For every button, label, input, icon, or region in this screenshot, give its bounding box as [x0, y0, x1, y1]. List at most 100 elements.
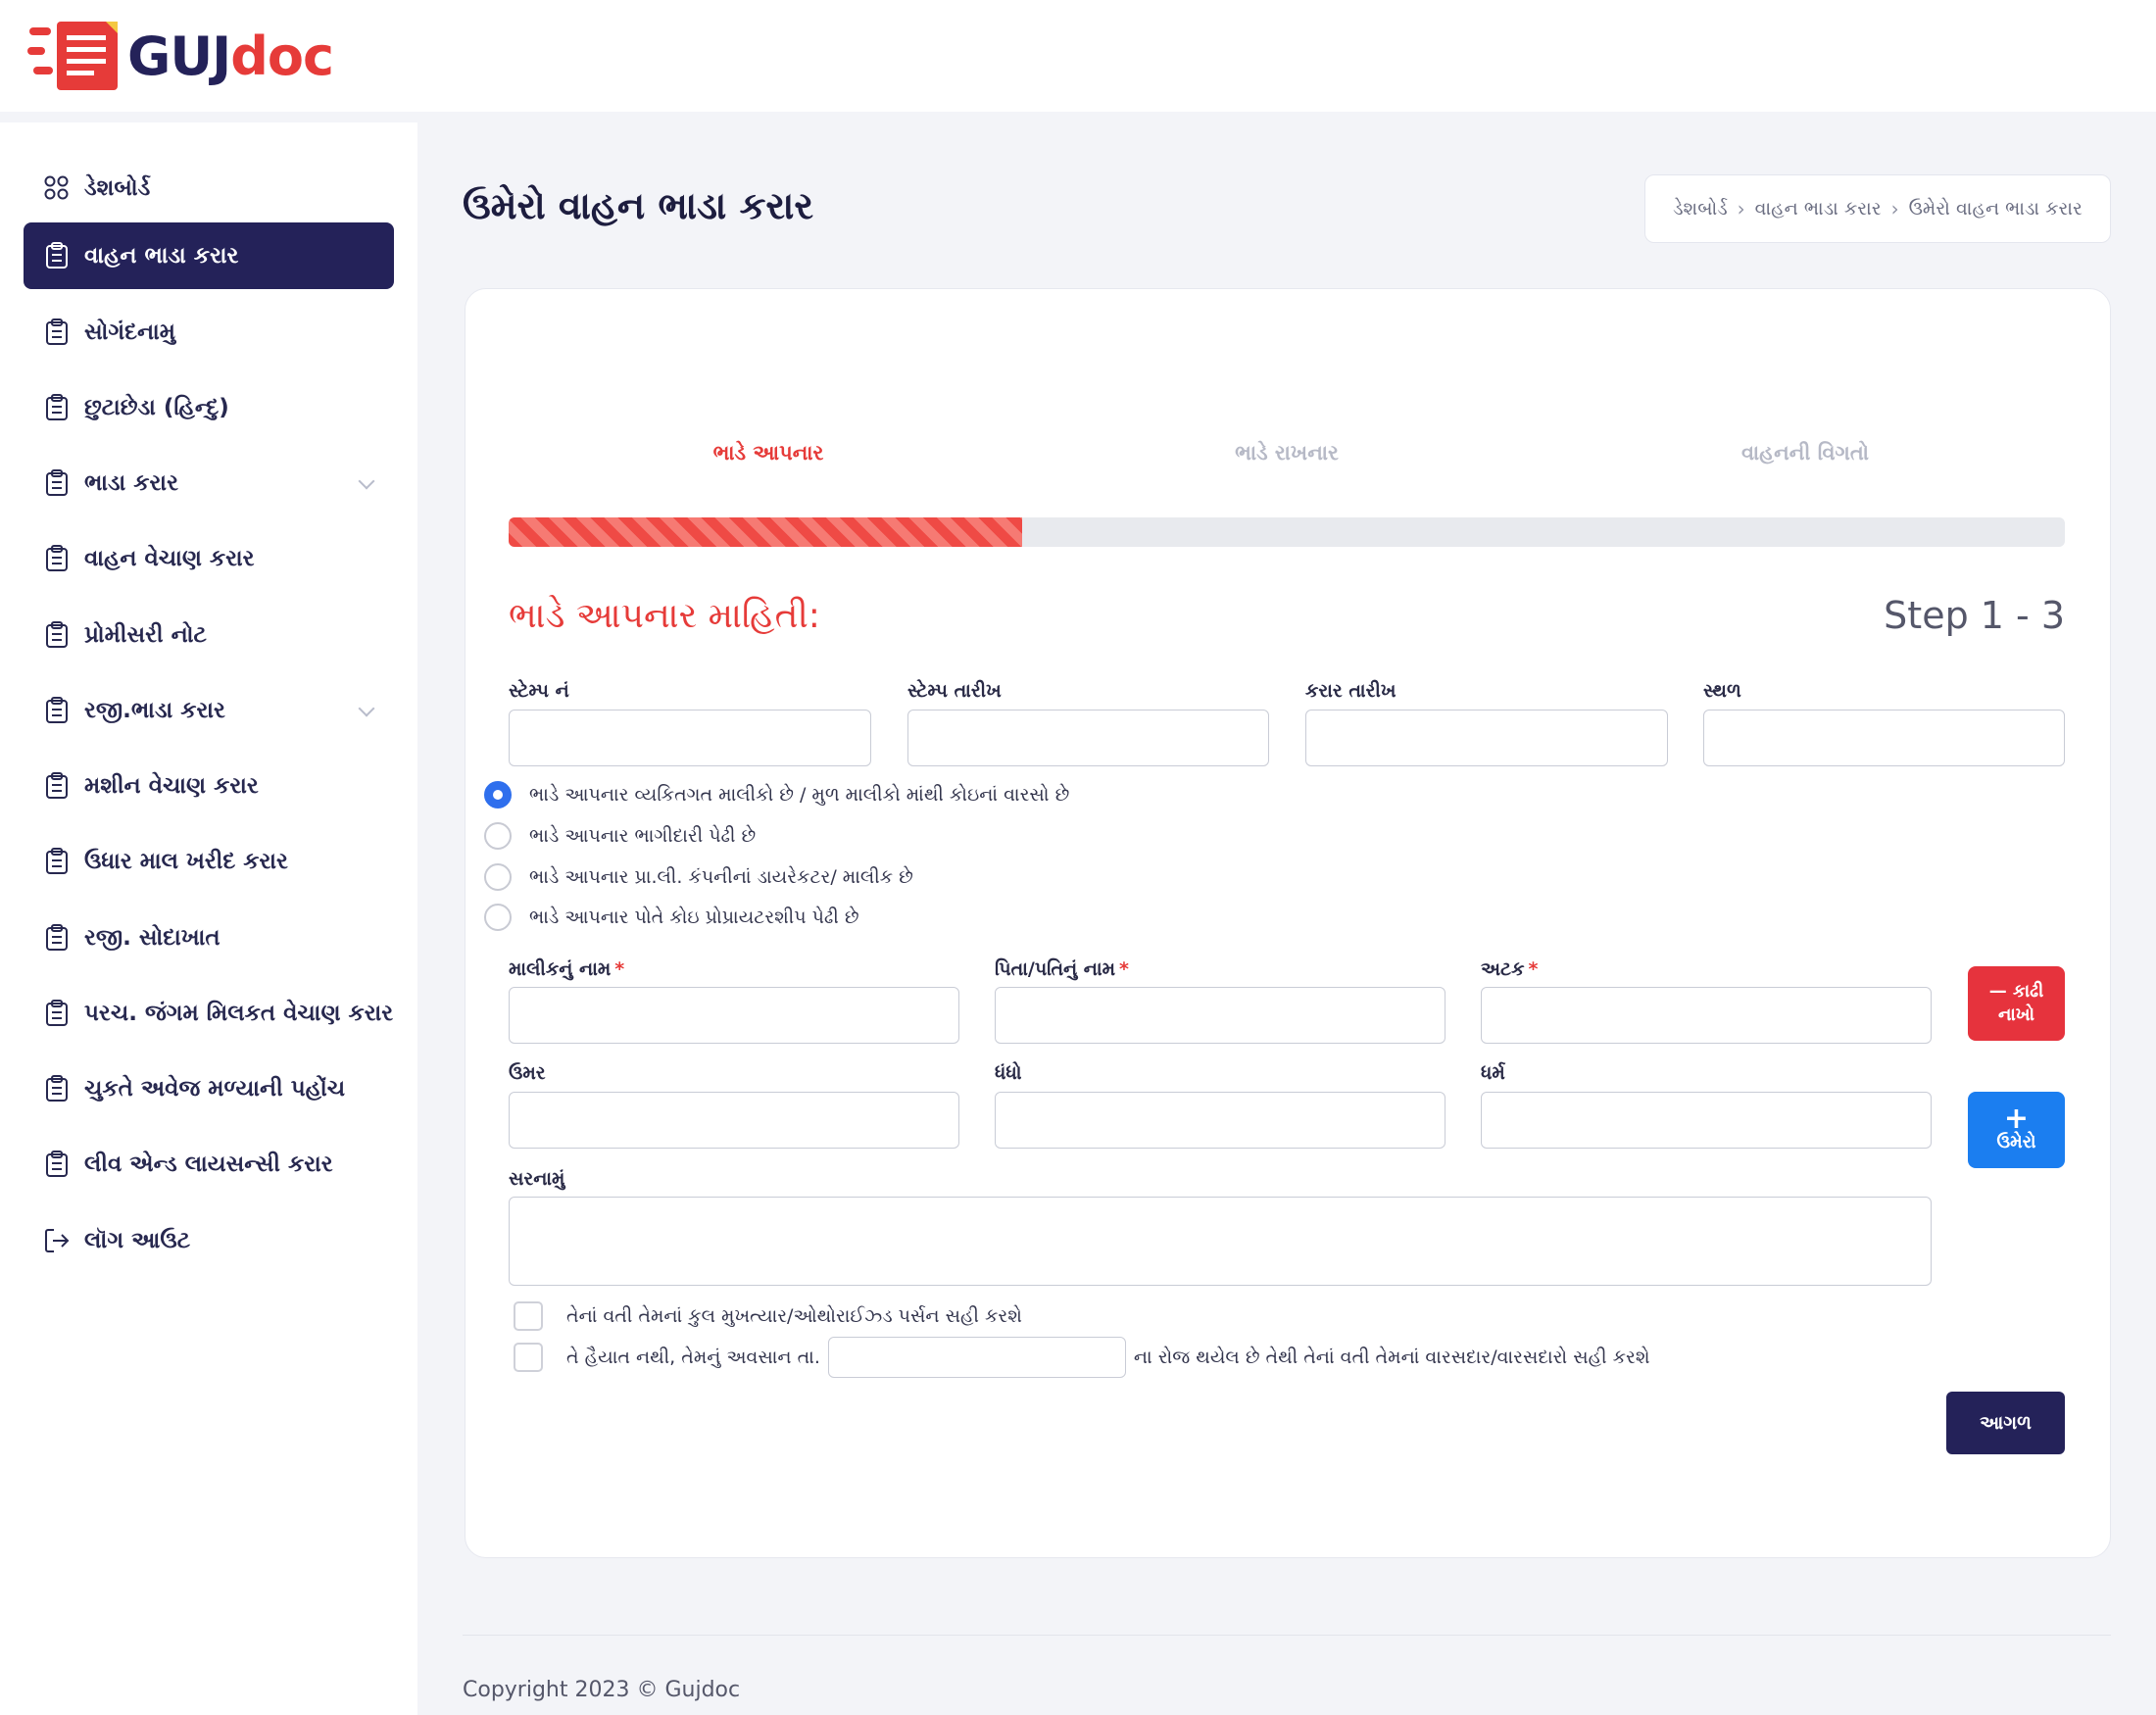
agreement-date-label: કરાર તારીખ: [1305, 680, 1396, 702]
sidebar-item-credit-purchase-agreement[interactable]: ઉધાર માલ ખરીદ કરાર: [24, 828, 394, 895]
deceased-heirs-checkbox-row[interactable]: તે હૈયાત નથી, તેમનું અવસાન તા. ના રોજ થય…: [514, 1337, 1649, 1378]
death-date-input[interactable]: [827, 1337, 1126, 1378]
father-name-label: પિતા/પતિનું નામ *: [995, 958, 1129, 980]
clipboard-icon: [43, 544, 71, 573]
sidebar-item-label: પ્રોમીસરી નોટ: [84, 622, 207, 648]
clipboard-icon: [43, 393, 71, 422]
radio-button[interactable]: [484, 822, 512, 850]
ownership-option-company[interactable]: ભાડે આપનાર પ્રા.લી. કંપનીનાં ડાયરેકટર/ મ…: [484, 863, 913, 891]
top-header: GUJdoc: [0, 0, 2156, 112]
chevron-down-icon: [358, 472, 375, 490]
sidebar-item-label: ડેશબોર્ડ: [84, 175, 151, 201]
poa-checkbox-label: તેનાં વતી તેમનાં કુલ મુખત્યાર/ઓથોરાઈઝ્ડ …: [566, 1305, 1022, 1327]
breadcrumb-vehicle-rent-link[interactable]: વાહન ભાડા કરાર: [1755, 198, 1882, 220]
radio-button[interactable]: [484, 863, 512, 891]
sidebar-item-leave-license-agreement[interactable]: લીવ એન્ડ લાયસન્સી કરાર: [24, 1131, 394, 1198]
age-label: ઉમર: [509, 1062, 546, 1084]
brand-name: GUJdoc: [127, 24, 334, 87]
sidebar-item-label: વાહન વેચાણ કરાર: [84, 546, 255, 571]
logout-icon: [43, 1226, 71, 1255]
grid-icon: [43, 173, 71, 203]
chevron-down-icon: [358, 700, 375, 717]
brand-logo[interactable]: GUJdoc: [27, 18, 334, 94]
sidebar-item-registered-sale-deed[interactable]: રજી. સોદાખાત: [24, 905, 394, 971]
address-label: સરનામું: [509, 1168, 565, 1190]
sidebar-item-payment-receipt[interactable]: ચુકતે અવેજ મળ્યાની પહોંચ: [24, 1055, 394, 1122]
sidebar-item-vehicle-rent-agreement[interactable]: વાહન ભાડા કરાર: [24, 222, 394, 289]
clipboard-icon: [43, 923, 71, 953]
clipboard-icon: [43, 696, 71, 725]
sidebar-item-movable-property-sale[interactable]: પરચ. જંગમ મિલકત વેચાણ કરાર: [24, 980, 394, 1047]
breadcrumb-dashboard-link[interactable]: ડેશબોર્ડ: [1673, 198, 1728, 220]
religion-input[interactable]: [1481, 1092, 1932, 1149]
father-name-input[interactable]: [995, 987, 1446, 1044]
occupation-label: ધંધો: [995, 1062, 1022, 1084]
surname-input[interactable]: [1481, 987, 1932, 1044]
step-tab-lessee[interactable]: ભાડે રાખનાર: [1140, 441, 1434, 466]
sidebar-item-logout[interactable]: લૉગ આઉટ: [24, 1207, 394, 1274]
radio-button[interactable]: [484, 781, 512, 808]
copyright-text: Copyright 2023 © Gujdoc: [463, 1678, 741, 1702]
stamp-date-label: સ્ટેમ્પ તારીખ: [907, 680, 1002, 702]
sidebar-item-label: મશીન વેચાણ કરાર: [84, 773, 259, 799]
plus-icon: +: [2003, 1102, 2030, 1137]
sidebar-item-label: છુટાછેડા (હિન્દુ): [84, 395, 229, 420]
clipboard-icon: [43, 847, 71, 876]
clipboard-icon: [43, 1150, 71, 1179]
stamp-no-input[interactable]: [509, 710, 871, 766]
sidebar-item-label: પરચ. જંગમ મિલકત વેચાણ કરાર: [84, 1001, 394, 1026]
age-input[interactable]: [509, 1092, 959, 1149]
poa-checkbox[interactable]: [514, 1301, 543, 1331]
radio-label: ભાડે આપનાર ભાગીદારી પેઢી છે: [529, 825, 757, 847]
step-tab-lessor[interactable]: ભાડે આપનાર: [621, 441, 915, 466]
radio-button[interactable]: [484, 904, 512, 931]
radio-label: ભાડે આપનાર વ્યકિતગત માલીકો છે / મુળ માલી…: [529, 784, 1070, 806]
sidebar-item-label: લૉગ આઉટ: [84, 1228, 191, 1253]
place-label: સ્થળ: [1703, 680, 1741, 702]
owner-name-label: માલીકનું નામ *: [509, 958, 625, 980]
sidebar-item-promissory-note[interactable]: પ્રોમીસરી નોટ: [24, 602, 394, 668]
owner-name-input[interactable]: [509, 987, 959, 1044]
religion-label: ધર્મ: [1481, 1062, 1505, 1084]
deceased-label-after: ના રોજ થયેલ છે તેથી તેનાં વતી તેમનાં વાર…: [1133, 1347, 1650, 1368]
chevron-right-icon: ›: [1890, 197, 1899, 220]
sidebar-item-label: ભાડા કરાર: [84, 470, 178, 496]
remove-owner-button[interactable]: — કાઢી નાખો: [1968, 966, 2065, 1041]
ownership-option-proprietorship[interactable]: ભાડે આપનાર પોતે કોઇ પ્રોપ્રાયટરશીપ પેઢી …: [484, 904, 859, 931]
sidebar-item-label: વાહન ભાડા કરાર: [84, 243, 239, 269]
step-tab-vehicle-details[interactable]: વાહનની વિગતો: [1658, 441, 1952, 466]
page-title: ઉમેરો વાહન ભાડા કરાર: [463, 184, 814, 227]
agreement-date-input[interactable]: [1305, 710, 1668, 766]
breadcrumb: ડેશબોર્ડ › વાહન ભાડા કરાર › ઉમેરો વાહન ભ…: [1644, 174, 2111, 243]
breadcrumb-current: ઉમેરો વાહન ભાડા કરાર: [1908, 198, 2082, 220]
next-button[interactable]: આગળ: [1946, 1392, 2065, 1454]
sidebar-item-label: ઉધાર માલ ખરીદ કરાર: [84, 849, 288, 874]
section-title: ભાડે આપનાર માહિતી:: [509, 596, 820, 636]
clipboard-icon: [43, 771, 71, 801]
sidebar-item-registered-rent-agreement[interactable]: રજી.ભાડા કરાર: [24, 677, 394, 744]
sidebar-item-label: રજી.ભાડા કરાર: [84, 698, 225, 723]
document-logo-icon: [27, 20, 125, 92]
ownership-option-individual[interactable]: ભાડે આપનાર વ્યકિતગત માલીકો છે / મુળ માલી…: [484, 781, 1069, 808]
place-input[interactable]: [1703, 710, 2065, 766]
address-textarea[interactable]: [509, 1197, 1932, 1286]
progress-fill: [509, 517, 1023, 547]
sidebar-item-label: રજી. સોદાખાત: [84, 925, 220, 951]
poa-signs-checkbox-row[interactable]: તેનાં વતી તેમનાં કુલ મુખત્યાર/ઓથોરાઈઝ્ડ …: [514, 1301, 1022, 1331]
surname-label: અટક *: [1481, 958, 1539, 980]
sidebar-item-dashboard[interactable]: ડેશબોર્ડ: [24, 155, 394, 221]
sidebar-item-divorce[interactable]: છુટાછેડા (હિન્દુ): [24, 374, 394, 441]
deceased-checkbox[interactable]: [514, 1343, 543, 1372]
clipboard-icon: [43, 468, 71, 498]
occupation-input[interactable]: [995, 1092, 1446, 1149]
sidebar-item-rent-agreement[interactable]: ભાડા કરાર: [24, 450, 394, 516]
ownership-option-partnership[interactable]: ભાડે આપનાર ભાગીદારી પેઢી છે: [484, 822, 756, 850]
sidebar: ડેશબોર્ડ વાહન ભાડા કરાર સોગંદનામુ છુટાછે…: [0, 122, 417, 1715]
add-owner-button[interactable]: + ઉમેરો: [1968, 1092, 2065, 1168]
sidebar-item-vehicle-sale-agreement[interactable]: વાહન વેચાણ કરાર: [24, 525, 394, 592]
radio-label: ભાડે આપનાર પોતે કોઇ પ્રોપ્રાયટરશીપ પેઢી …: [529, 906, 859, 928]
stamp-date-input[interactable]: [907, 710, 1269, 766]
sidebar-item-machine-sale-agreement[interactable]: મશીન વેચાણ કરાર: [24, 753, 394, 819]
sidebar-item-affidavit[interactable]: સોગંદનામુ: [24, 299, 394, 366]
stamp-no-label: સ્ટેમ્પ નં: [509, 680, 569, 702]
